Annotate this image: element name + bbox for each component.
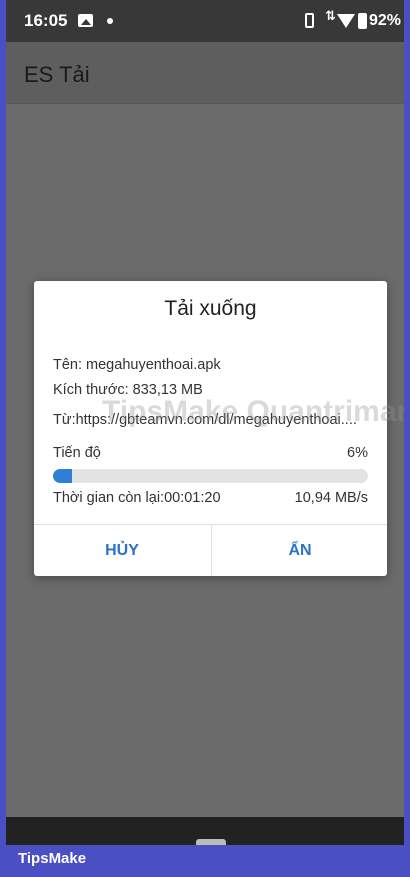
progress-percent: 6% — [347, 445, 368, 461]
status-time: 16:05 — [24, 11, 68, 30]
watermark: TipsMake Quantrimang — [102, 395, 404, 428]
progress-bar-fill — [53, 469, 72, 483]
navigation-bar — [6, 817, 404, 845]
nav-home-icon[interactable] — [196, 839, 226, 845]
dialog-title: Tải xuống — [164, 297, 257, 320]
hide-button[interactable]: ẨN — [212, 525, 388, 576]
battery-icon — [358, 13, 367, 29]
file-name: Tên: megahuyenthoai.apk — [53, 357, 221, 373]
gallery-icon — [78, 14, 93, 27]
download-speed: 10,94 MB/s — [294, 490, 368, 506]
phone-screen: 16:05 ⇅ 92% ES Tải Tải xuống Tên: megahu… — [6, 0, 404, 845]
wifi-icon — [337, 14, 355, 28]
status-bar: 16:05 ⇅ 92% — [6, 0, 404, 42]
progress-label: Tiến độ — [53, 445, 101, 461]
app-title: ES Tải — [24, 62, 90, 87]
progress-bar — [53, 469, 368, 483]
battery-level: 92% — [369, 12, 402, 29]
time-remaining: Thời gian còn lại:00:01:20 — [53, 490, 221, 506]
vibrate-icon — [305, 13, 314, 28]
notification-dot-icon — [107, 18, 113, 24]
data-icon: ⇅ — [325, 8, 336, 23]
cancel-button[interactable]: HỦY — [34, 525, 210, 576]
app-bar: ES Tải — [6, 42, 404, 104]
brand-logo: TipsMake — [18, 850, 87, 867]
